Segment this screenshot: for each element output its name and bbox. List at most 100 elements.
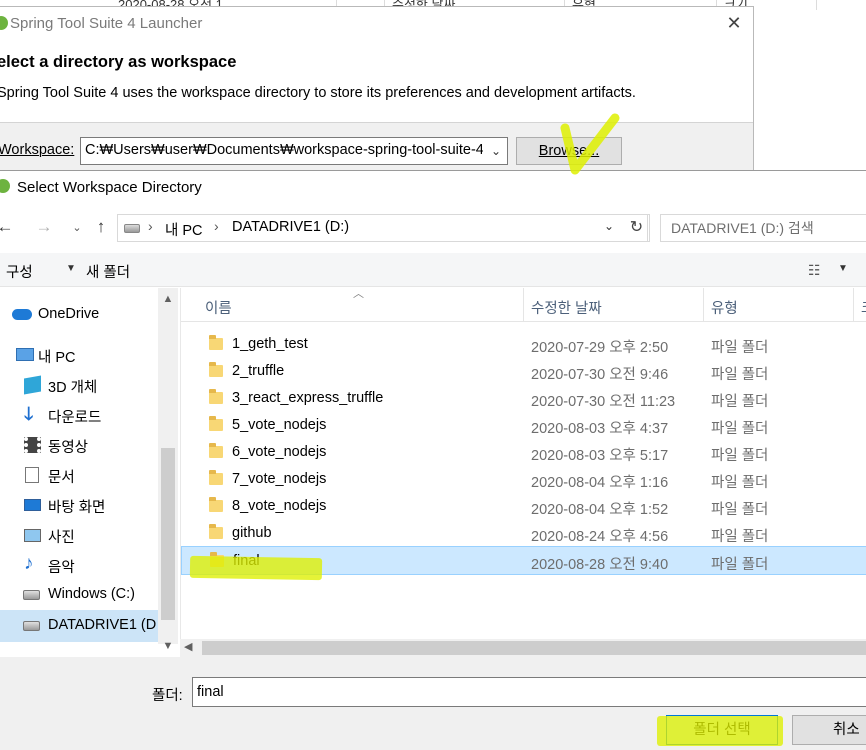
file-type: 파일 폴더 — [711, 475, 769, 491]
search-box[interactable] — [660, 214, 866, 242]
file-type: 파일 폴더 — [711, 448, 769, 464]
file-row[interactable]: 7_vote_nodejs 2020-08-04 오후 1:16 파일 폴더 — [181, 466, 866, 493]
breadcrumb-my-pc[interactable]: 내 PC — [165, 219, 203, 240]
video-icon — [24, 437, 41, 453]
scroll-up-icon[interactable]: ▲ — [159, 293, 177, 305]
horizontal-scrollbar-thumb[interactable] — [202, 641, 866, 655]
nav-item-label: 문서 — [48, 470, 75, 486]
workspace-combobox[interactable]: C:₩Users₩user₩Documents₩workspace-spring… — [80, 137, 508, 165]
chevron-down-icon[interactable]: ⌄ — [487, 141, 505, 161]
file-type: 파일 폴더 — [711, 340, 769, 356]
nav-item-documents[interactable]: 문서 — [0, 460, 160, 490]
scroll-left-icon[interactable]: ◀ — [184, 640, 192, 653]
column-header-size[interactable]: 크 — [861, 297, 866, 318]
background-separator — [816, 0, 817, 10]
file-modified: 2020-08-28 오전 9:40 — [531, 557, 669, 573]
horizontal-scrollbar[interactable]: ◀ — [180, 639, 866, 657]
workspace-label: Workspace: — [0, 142, 75, 158]
file-row[interactable]: github 2020-08-24 오후 4:56 파일 폴더 — [181, 520, 866, 547]
file-name: 6_vote_nodejs — [232, 444, 327, 460]
file-name: 5_vote_nodejs — [232, 417, 327, 433]
file-row[interactable]: 3_react_express_truffle 2020-07-30 오전 11… — [181, 385, 866, 412]
cancel-button[interactable]: 취소 — [792, 715, 866, 745]
search-input[interactable] — [661, 215, 866, 241]
file-type: 파일 폴더 — [711, 502, 769, 518]
caret-down-icon[interactable]: ▼ — [66, 263, 76, 274]
column-separator[interactable] — [853, 288, 854, 322]
breadcrumb-separator-icon[interactable]: › — [148, 218, 153, 234]
file-modified: 2020-07-29 오후 2:50 — [531, 340, 669, 356]
file-name: 2_truffle — [232, 363, 285, 379]
file-type: 파일 폴더 — [711, 421, 769, 437]
up-arrow-icon[interactable]: ↑ — [90, 216, 112, 238]
file-list: ︿ 이름 수정한 날짜 유형 크 1_geth_test 2020-07-29 … — [180, 288, 866, 644]
nav-item-label: 동영상 — [48, 440, 89, 456]
nav-item-onedrive[interactable]: OneDrive — [0, 300, 160, 330]
music-icon: ♪ — [24, 553, 34, 574]
dialog-footer: 폴더: 폴더 선택 취소 — [0, 657, 866, 750]
column-header-row: ︿ 이름 수정한 날짜 유형 크 — [181, 288, 866, 322]
document-icon — [25, 467, 39, 483]
column-header-name[interactable]: 이름 — [205, 297, 232, 318]
nav-item-music[interactable]: ♪ 음악 — [0, 550, 160, 580]
browse-button[interactable]: Browse... — [516, 137, 622, 165]
recent-locations-chevron-icon[interactable]: ⌄ — [66, 217, 88, 239]
chevron-down-icon[interactable]: ⌄ — [604, 219, 614, 233]
file-type: 파일 폴더 — [711, 394, 769, 410]
view-options-icon[interactable]: ☷ — [808, 262, 828, 278]
back-arrow-icon[interactable]: ← — [0, 216, 16, 238]
nav-item-label: DATADRIVE1 (D — [48, 617, 157, 633]
folder-icon — [209, 443, 223, 458]
folder-name-input[interactable] — [192, 677, 866, 707]
nav-item-3d-objects[interactable]: 3D 개체 — [0, 370, 160, 400]
nav-item-videos[interactable]: 동영상 — [0, 430, 160, 460]
nav-item-downloads[interactable]: 🡓 다운로드 — [0, 400, 160, 430]
folder-icon — [209, 389, 223, 404]
folder-icon — [209, 524, 223, 539]
drive-icon — [23, 621, 40, 631]
file-row[interactable]: 8_vote_nodejs 2020-08-04 오후 1:52 파일 폴더 — [181, 493, 866, 520]
column-separator[interactable] — [523, 288, 524, 322]
file-row[interactable]: 6_vote_nodejs 2020-08-03 오후 5:17 파일 폴더 — [181, 439, 866, 466]
file-modified: 2020-08-24 오후 4:56 — [531, 529, 669, 545]
folder-label: 폴더: — [152, 688, 183, 704]
close-icon[interactable]: ✕ — [722, 11, 746, 35]
sort-ascending-icon: ︿ — [353, 288, 364, 300]
file-row[interactable]: 5_vote_nodejs 2020-08-03 오후 4:37 파일 폴더 — [181, 412, 866, 439]
breadcrumb-separator-icon[interactable]: › — [214, 218, 219, 234]
scroll-down-icon[interactable]: ▼ — [159, 640, 177, 652]
nav-item-datadrive-d[interactable]: DATADRIVE1 (D — [0, 610, 160, 642]
organize-button[interactable]: 구성 — [6, 261, 33, 282]
file-name: 8_vote_nodejs — [232, 498, 327, 514]
file-row[interactable]: 1_geth_test 2020-07-29 오후 2:50 파일 폴더 — [181, 331, 866, 358]
forward-arrow-icon[interactable]: → — [33, 216, 55, 238]
file-row[interactable]: 2_truffle 2020-07-30 오전 9:46 파일 폴더 — [181, 358, 866, 385]
workspace-path-value[interactable]: C:₩Users₩user₩Documents₩workspace-spring… — [85, 142, 483, 158]
nav-pane-scrollbar-thumb[interactable] — [161, 448, 175, 620]
cloud-icon — [12, 309, 32, 320]
file-name: 7_vote_nodejs — [232, 471, 327, 487]
nav-item-windows-c[interactable]: Windows (C:) — [0, 580, 160, 610]
nav-item-pictures[interactable]: 사진 — [0, 520, 160, 550]
refresh-icon[interactable]: ↻ — [624, 214, 650, 242]
file-row-selected[interactable]: final 2020-08-28 오전 9:40 파일 폴더 — [181, 546, 866, 575]
launcher-titlebar: Spring Tool Suite 4 Launcher ✕ — [0, 7, 753, 39]
launcher-heading: elect a directory as workspace — [0, 53, 237, 71]
file-modified: 2020-07-30 오전 11:23 — [531, 394, 676, 410]
column-separator[interactable] — [703, 288, 704, 322]
nav-item-my-pc[interactable]: 내 PC — [0, 340, 160, 370]
select-folder-button[interactable]: 폴더 선택 — [666, 715, 778, 745]
address-bar[interactable]: › 내 PC › DATADRIVE1 (D:) ⌄ — [117, 214, 648, 242]
nav-item-label: 음악 — [48, 560, 75, 576]
folder-icon — [209, 335, 223, 350]
computer-icon — [16, 348, 34, 361]
select-workspace-dialog: Select Workspace Directory ← → ⌄ ↑ › 내 P… — [0, 170, 866, 750]
column-header-type[interactable]: 유형 — [711, 297, 738, 318]
dialog-title: Select Workspace Directory — [17, 179, 202, 196]
new-folder-button[interactable]: 새 폴더 — [86, 261, 130, 282]
caret-down-icon[interactable]: ▼ — [838, 263, 848, 274]
nav-item-desktop[interactable]: 바탕 화면 — [0, 490, 160, 520]
file-name: 1_geth_test — [232, 336, 308, 352]
breadcrumb-datadrive[interactable]: DATADRIVE1 (D:) — [232, 219, 349, 235]
column-header-modified[interactable]: 수정한 날짜 — [531, 297, 602, 318]
